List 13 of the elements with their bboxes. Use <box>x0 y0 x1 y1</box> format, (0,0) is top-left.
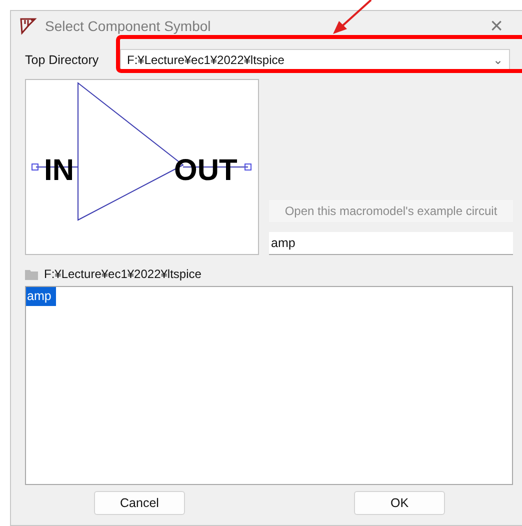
cancel-button[interactable]: Cancel <box>94 491 185 515</box>
caret-icon: ⌄ <box>493 51 503 69</box>
symbol-name-field[interactable]: amp <box>269 232 513 255</box>
top-directory-dropdown[interactable]: F:¥Lecture¥ec1¥2022¥ltspice ⌄ <box>120 49 510 71</box>
folder-icon <box>25 268 38 280</box>
top-directory-label: Top Directory <box>25 52 100 69</box>
close-button[interactable]: × <box>490 15 503 37</box>
folder-path: F:¥Lecture¥ec1¥2022¥ltspice <box>44 266 202 283</box>
window-title: Select Component Symbol <box>45 16 211 36</box>
annotation-arrow <box>330 0 374 36</box>
app-logo-icon <box>19 17 37 35</box>
ok-button[interactable]: OK <box>354 491 445 515</box>
file-list-item[interactable]: amp <box>26 287 56 306</box>
